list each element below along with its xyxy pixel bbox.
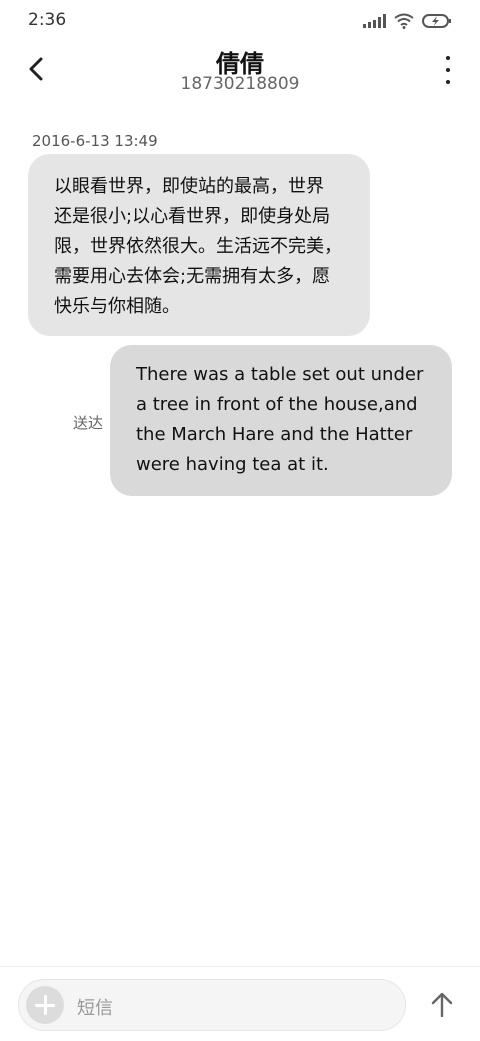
status-icons (363, 11, 452, 31)
message-line: 快乐与你相随。 (54, 296, 180, 317)
conversation-header: 倩倩 18730218809 (0, 42, 480, 112)
arrow-up-icon (431, 992, 453, 1018)
message-line: 需要用心去体会;无需拥有太多，愿 (54, 266, 331, 287)
message-timestamp: 2016-6-13 13:49 (32, 132, 158, 150)
message-line: the March Hare and the Hatter (136, 424, 413, 445)
composer-bar: 短信 (0, 966, 480, 1041)
message-line: 限，世界依然很大。生活远不完美， (54, 236, 342, 257)
message-line: were having tea at it. (136, 454, 329, 475)
message-line: There was a table set out under (136, 364, 424, 385)
message-line: 还是很小;以心看世界，即使身处局 (54, 206, 331, 227)
message-line: a tree in front of the house,and (136, 394, 418, 415)
message-line: 以眼看世界，即使站的最高，世界 (54, 176, 324, 197)
status-time: 2:36 (28, 10, 67, 30)
outgoing-message-bubble[interactable]: There was a table set out under a tree i… (110, 345, 452, 496)
signal-icon (363, 14, 386, 28)
message-input[interactable]: 短信 (18, 979, 406, 1031)
contact-number: 18730218809 (180, 74, 300, 94)
wifi-icon (394, 13, 414, 29)
incoming-message-bubble[interactable]: 以眼看世界，即使站的最高，世界 还是很小;以心看世界，即使身处局 限，世界依然很… (28, 154, 370, 336)
input-placeholder: 短信 (77, 998, 113, 1019)
more-vertical-icon[interactable] (442, 56, 454, 84)
status-bar: 2:36 (0, 0, 480, 42)
send-button[interactable] (428, 991, 456, 1019)
battery-charging-icon (422, 14, 451, 28)
delivery-status: 送达 (73, 414, 104, 432)
add-attachment-button[interactable] (26, 986, 64, 1024)
